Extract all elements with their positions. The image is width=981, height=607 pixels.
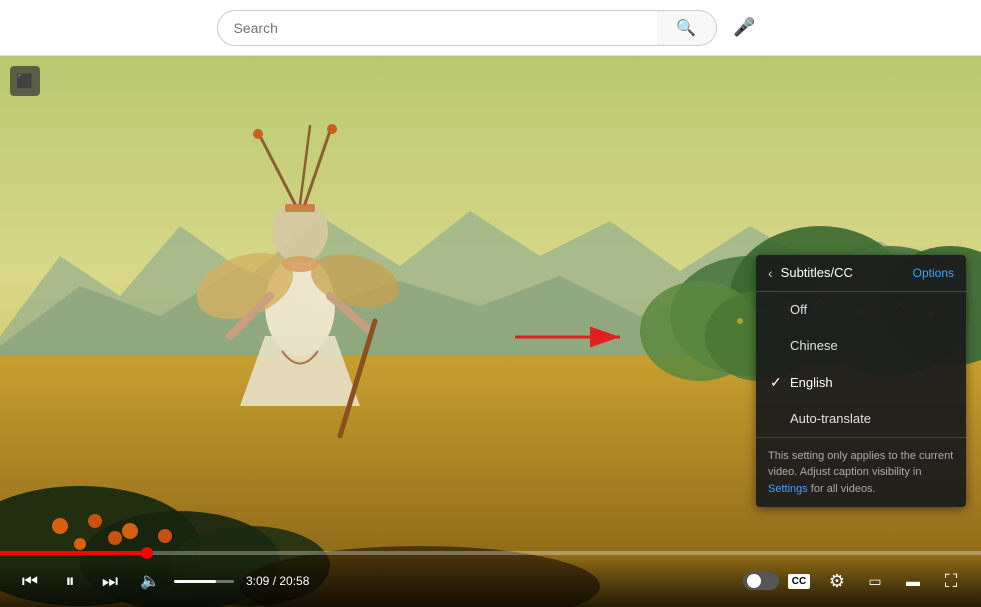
check-off <box>770 302 790 318</box>
pause-icon: ⏸ <box>66 571 75 592</box>
settings-link[interactable]: Settings <box>768 483 808 495</box>
fullscreen-button[interactable]: ⛶ <box>933 563 969 599</box>
cc-item-auto-label: Auto-translate <box>790 411 871 426</box>
controls-bar: ⏮ ⏸ ⏭ 🔈 3:09 / 20:58 CC ⚙ <box>0 555 981 607</box>
cc-badge: CC <box>788 574 810 589</box>
cc-menu-item-english[interactable]: ✓ English <box>756 364 966 401</box>
corner-overlay: ⬛ <box>10 66 40 96</box>
time-total: 20:58 <box>279 574 309 588</box>
check-english: ✓ <box>770 374 790 391</box>
cc-menu-footer: This setting only applies to the current… <box>756 437 966 508</box>
cc-menu-item-chinese[interactable]: Chinese <box>756 328 966 364</box>
time-current: 3:09 <box>246 574 269 588</box>
skip-back-button[interactable]: ⏮ <box>12 563 48 599</box>
mic-button[interactable]: 🎤 <box>725 8 765 48</box>
skip-forward-icon: ⏭ <box>102 571 118 592</box>
settings-button[interactable]: ⚙ <box>819 563 855 599</box>
skip-back-icon: ⏮ <box>22 571 38 592</box>
settings-icon: ⚙ <box>829 571 845 592</box>
cc-button[interactable]: CC <box>781 563 817 599</box>
search-input[interactable] <box>217 10 657 46</box>
footer-text: This setting only applies to the current… <box>768 450 953 479</box>
miniplayer-icon: ▭ <box>868 573 881 590</box>
top-bar: 🔍 🎤 <box>0 0 981 56</box>
cc-subtitles-menu: ‹ Subtitles/CC Options Off Chinese ✓ Eng… <box>756 255 966 508</box>
cc-menu-item-off[interactable]: Off <box>756 292 966 328</box>
cc-item-off-label: Off <box>790 302 807 317</box>
theater-button[interactable]: ▬ <box>895 563 931 599</box>
fullscreen-icon: ⛶ <box>945 571 958 592</box>
volume-filled <box>174 580 216 583</box>
search-button[interactable]: 🔍 <box>657 10 717 46</box>
options-link[interactable]: Options <box>913 266 954 280</box>
volume-icon: 🔈 <box>140 571 160 591</box>
check-chinese <box>770 338 790 354</box>
volume-bar[interactable] <box>174 580 234 583</box>
search-icon: 🔍 <box>676 18 696 38</box>
check-auto <box>770 411 790 427</box>
time-display: 3:09 / 20:58 <box>246 574 309 588</box>
toggle-dot <box>747 574 761 588</box>
miniplayer-button[interactable]: ▭ <box>857 563 893 599</box>
corner-icon: ⬛ <box>16 73 33 90</box>
cc-menu-title: Subtitles/CC <box>781 265 853 280</box>
theater-icon: ▬ <box>906 573 920 589</box>
play-pause-button[interactable]: ⏸ <box>52 563 88 599</box>
back-button[interactable]: ‹ <box>768 265 773 281</box>
red-arrow <box>510 320 640 360</box>
cc-menu-header: ‹ Subtitles/CC Options <box>756 255 966 292</box>
cc-item-english-label: English <box>790 375 833 390</box>
video-player: ⬛ ‹ Subtitles/CC Options Off Chinese ✓ E… <box>0 56 981 607</box>
right-controls: CC ⚙ ▭ ▬ ⛶ <box>743 563 969 599</box>
skip-forward-button[interactable]: ⏭ <box>92 563 128 599</box>
cc-menu-item-auto-translate[interactable]: Auto-translate <box>756 401 966 437</box>
autoplay-toggle[interactable] <box>743 572 779 590</box>
cc-item-chinese-label: Chinese <box>790 338 838 353</box>
footer-text2: for all videos. <box>808 483 876 495</box>
mic-icon: 🎤 <box>733 17 755 38</box>
volume-button[interactable]: 🔈 <box>132 563 168 599</box>
